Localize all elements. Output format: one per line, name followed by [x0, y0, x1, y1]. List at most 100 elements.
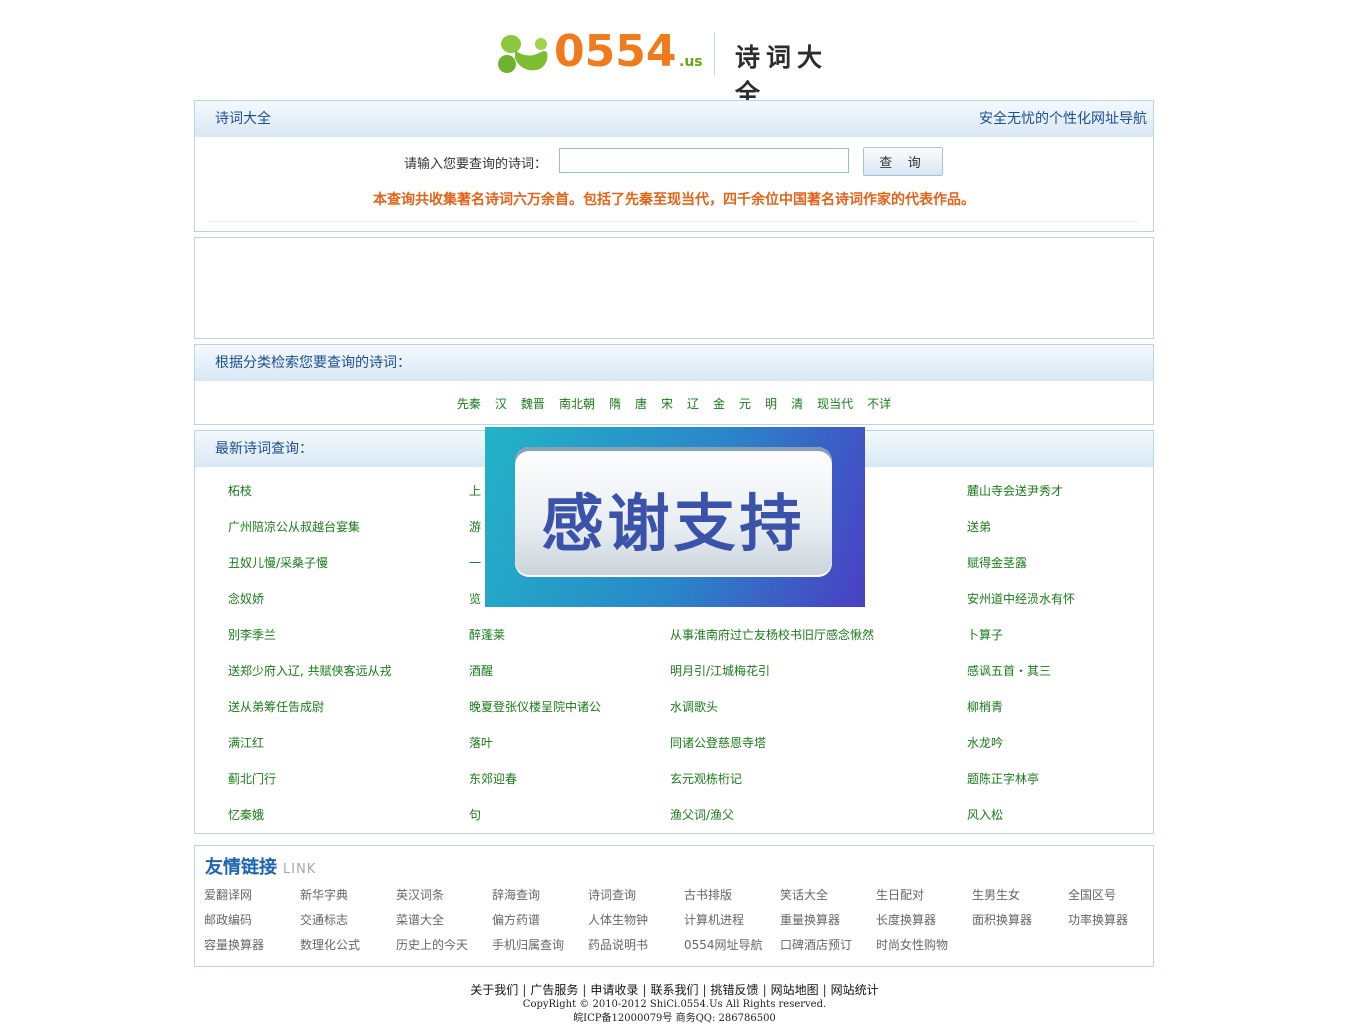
logo-digits: 0554 [554, 26, 677, 77]
category-link[interactable]: 南北朝 [559, 395, 595, 412]
poem-link[interactable]: 蓟北门行 [228, 770, 276, 787]
friend-link[interactable]: 爱翻译网 [204, 886, 252, 903]
footer-link[interactable]: 广告服务 [530, 983, 578, 997]
friend-link[interactable]: 人体生物钟 [588, 911, 648, 928]
poem-link[interactable]: 风入松 [967, 806, 1003, 823]
poem-link[interactable]: 酒醒 [469, 662, 493, 679]
poem-link[interactable]: 卜算子 [967, 626, 1003, 643]
poem-link[interactable]: 念奴娇 [228, 590, 264, 607]
category-link[interactable]: 隋 [609, 395, 621, 412]
category-list: 先秦汉魏晋 南北朝隋唐宋辽金元明清现当代 不详 [195, 395, 1153, 412]
poem-link[interactable]: 柘枝 [228, 482, 252, 499]
friend-link[interactable]: 长度换算器 [876, 911, 936, 928]
category-link[interactable]: 唐 [635, 395, 647, 412]
poem-link[interactable]: 句 [469, 806, 481, 823]
poem-link[interactable]: 落叶 [469, 734, 493, 751]
friend-link[interactable]: 历史上的今天 [396, 936, 468, 953]
category-link[interactable]: 辽 [687, 395, 699, 412]
category-link[interactable]: 魏晋 [521, 395, 545, 412]
poem-link[interactable]: 广州陪凉公从叔越台宴集 [228, 518, 360, 535]
poem-link[interactable]: 上 [469, 482, 481, 499]
footer-separator: | [702, 983, 707, 997]
footer-separator: | [822, 983, 827, 997]
poem-link[interactable]: 一 [469, 554, 481, 571]
friend-link[interactable]: 手机归属查询 [492, 936, 564, 953]
footer-link[interactable]: 网站统计 [831, 983, 879, 997]
friend-link[interactable]: 英汉词条 [396, 886, 444, 903]
poem-link[interactable]: 水调歌头 [670, 698, 718, 715]
poem-link[interactable]: 醉蓬莱 [469, 626, 505, 643]
ad-area [194, 237, 1154, 339]
poem-link[interactable]: 览 [469, 590, 481, 607]
friend-link[interactable]: 药品说明书 [588, 936, 648, 953]
friend-link[interactable]: 容量换算器 [204, 936, 264, 953]
footer-link[interactable]: 网站地图 [771, 983, 819, 997]
poem-link[interactable]: 题陈正字林亭 [967, 770, 1039, 787]
friend-link[interactable]: 邮政编码 [204, 911, 252, 928]
friend-link[interactable]: 时尚女性购物 [876, 936, 948, 953]
poem-link[interactable]: 同诸公登慈恩寺塔 [670, 734, 766, 751]
site-logo[interactable]: 0554 .us 诗词大全 [497, 26, 857, 108]
friend-link[interactable]: 功率换算器 [1068, 911, 1128, 928]
collection-notice: 本查询共收集著名诗词六万余首。包括了先秦至现当代，四千余位中国著名诗词作家的代表… [373, 192, 975, 208]
category-title: 根据分类检索您要查询的诗词： [215, 355, 411, 371]
friend-link[interactable]: 重量换算器 [780, 911, 840, 928]
poem-link[interactable]: 赋得金茎露 [967, 554, 1027, 571]
friend-link[interactable]: 口碑酒店预订 [780, 936, 852, 953]
category-link[interactable]: 元 [739, 395, 751, 412]
poem-link[interactable]: 送郑少府入辽, 共赋侠客远从戎 [228, 662, 392, 679]
poem-link[interactable]: 东郊迎春 [469, 770, 517, 787]
category-link[interactable]: 汉 [495, 395, 507, 412]
poem-link[interactable]: 忆秦娥 [228, 806, 264, 823]
category-link[interactable]: 明 [765, 395, 777, 412]
category-link[interactable]: 清 [791, 395, 803, 412]
logo-suffix: .us [679, 54, 703, 70]
poem-link[interactable]: 晚夏登张仪楼呈院中诸公 [469, 698, 601, 715]
category-link[interactable]: 不详 [867, 395, 891, 412]
friend-link[interactable]: 新华字典 [300, 886, 348, 903]
friend-link[interactable]: 古书排版 [684, 886, 732, 903]
friend-link[interactable]: 全国区号 [1068, 886, 1116, 903]
poem-link[interactable]: 水龙吟 [967, 734, 1003, 751]
footer-link[interactable]: 申请收录 [590, 983, 638, 997]
friend-link[interactable]: 偏方药谱 [492, 911, 540, 928]
friend-link[interactable]: 诗词查询 [588, 886, 636, 903]
poem-link[interactable]: 送弟 [967, 518, 991, 535]
friend-link[interactable]: 数理化公式 [300, 936, 360, 953]
friend-link[interactable]: 笑话大全 [780, 886, 828, 903]
poem-link[interactable]: 从事淮南府过亡友杨校书旧厅感念愀然 [670, 626, 874, 643]
footer-link[interactable]: 关于我们 [470, 983, 518, 997]
poem-link[interactable]: 安州道中经涢水有怀 [967, 590, 1075, 607]
poem-link[interactable]: 满江红 [228, 734, 264, 751]
footer-link[interactable]: 挑错反馈 [711, 983, 759, 997]
friend-link[interactable]: 生日配对 [876, 886, 924, 903]
friend-link[interactable]: 0554网址导航 [684, 936, 763, 953]
friend-link[interactable]: 菜谱大全 [396, 911, 444, 928]
poem-link[interactable]: 渔父词/渔父 [670, 806, 734, 823]
poem-link[interactable]: 柳梢青 [967, 698, 1003, 715]
thanks-popup[interactable]: 感谢支持 [485, 427, 865, 607]
panel-title[interactable]: 诗词大全 [215, 101, 271, 137]
category-link[interactable]: 宋 [661, 395, 673, 412]
search-input[interactable] [559, 148, 849, 173]
category-link[interactable]: 先秦 [457, 395, 481, 412]
search-button[interactable]: 查 询 [863, 147, 943, 176]
poem-link[interactable]: 明月引/江城梅花引 [670, 662, 770, 679]
nav-link[interactable]: 安全无忧的个性化网址导航 [979, 101, 1147, 137]
poem-link[interactable]: 游 [469, 518, 481, 535]
poem-link[interactable]: 丑奴儿慢/采桑子慢 [228, 554, 328, 571]
poem-link[interactable]: 感讽五首・其三 [967, 662, 1051, 679]
friend-link[interactable]: 辞海查询 [492, 886, 540, 903]
category-link[interactable]: 现当代 [817, 395, 853, 412]
friend-link[interactable]: 生男生女 [972, 886, 1020, 903]
poem-link[interactable]: 麓山寺会送尹秀才 [967, 482, 1063, 499]
footer-link[interactable]: 联系我们 [650, 983, 698, 997]
friend-link[interactable]: 交通标志 [300, 911, 348, 928]
category-link[interactable]: 金 [713, 395, 725, 412]
poem-link[interactable]: 别李季兰 [228, 626, 276, 643]
poem-link[interactable]: 送从弟筹任告成尉 [228, 698, 324, 715]
friend-link[interactable]: 面积换算器 [972, 911, 1032, 928]
poem-link[interactable]: 玄元观栋桁记 [670, 770, 742, 787]
friend-link[interactable]: 计算机进程 [684, 911, 744, 928]
thanks-button[interactable]: 感谢支持 [515, 447, 832, 577]
